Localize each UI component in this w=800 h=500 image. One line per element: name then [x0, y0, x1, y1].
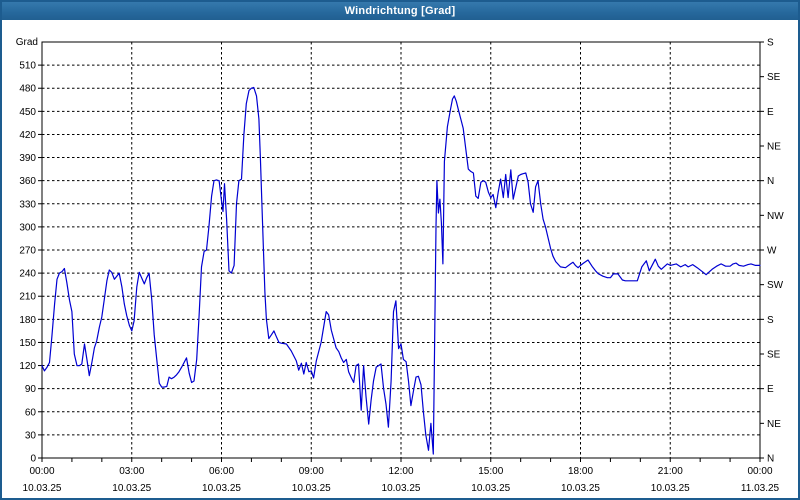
x-tick-date-label: 10.03.25: [112, 483, 151, 494]
x-tick-time-label: 00:00: [747, 466, 772, 477]
x-tick-time-label: 03:00: [119, 466, 144, 477]
y-tick-label: 240: [19, 269, 36, 280]
y-tick-label: 180: [19, 315, 36, 326]
compass-label: SE: [767, 350, 781, 361]
y-axis-title: Grad: [16, 37, 38, 48]
y-tick-label: 30: [25, 430, 37, 441]
x-tick-time-label: 00:00: [29, 466, 54, 477]
x-tick-date-label: 10.03.25: [202, 483, 241, 494]
compass-label: SE: [767, 72, 781, 83]
x-tick-time-label: 12:00: [388, 466, 413, 477]
x-tick-date-label: 10.03.25: [471, 483, 510, 494]
y-tick-label: 510: [19, 61, 36, 72]
x-tick-time-label: 18:00: [568, 466, 593, 477]
x-tick-time-label: 06:00: [209, 466, 234, 477]
y-tick-label: 120: [19, 361, 36, 372]
x-tick-time-label: 15:00: [478, 466, 503, 477]
compass-label: E: [767, 107, 774, 118]
wind-direction-chart: 0 30 60 90 120 150 180 210 240 270 300 330 360 390 420…: [16, 37, 784, 494]
y-tick-label: 0: [30, 454, 36, 465]
compass-label: S: [767, 315, 774, 326]
compass-label: S: [767, 38, 774, 49]
x-tick-date-label: 11.03.25: [741, 483, 780, 494]
y-tick-label: 60: [25, 407, 37, 418]
y-tick-label: 360: [19, 176, 36, 187]
y-tick-label: 90: [25, 384, 37, 395]
y-tick-label: 330: [19, 199, 36, 210]
y-tick-label: 450: [19, 107, 36, 118]
y-tick-label: 480: [19, 84, 36, 95]
compass-label: NE: [767, 142, 781, 153]
x-tick-date-label: 10.03.25: [23, 483, 62, 494]
x-tick-time-label: 21:00: [658, 466, 683, 477]
x-tick-date-label: 10.03.25: [561, 483, 600, 494]
compass-label: W: [767, 246, 777, 257]
y-tick-label: 390: [19, 153, 36, 164]
y-tick-label: 420: [19, 130, 36, 141]
chart-window: Windrichtung [Grad] 0 30 60 90 120 150 180 210 2…: [0, 0, 800, 500]
x-tick-date-label: 10.03.25: [651, 483, 690, 494]
compass-label: N: [767, 454, 774, 465]
chart-area: 0 30 60 90 120 150 180 210 240 270 300 330 360 390 420…: [2, 20, 798, 498]
compass-label: N: [767, 176, 774, 187]
x-tick-date-label: 10.03.25: [382, 483, 421, 494]
y-tick-label: 300: [19, 222, 36, 233]
window-title-bar: Windrichtung [Grad]: [2, 2, 798, 20]
y-tick-label: 210: [19, 292, 36, 303]
x-tick-time-label: 09:00: [299, 466, 324, 477]
y-tick-label: 270: [19, 246, 36, 257]
y-tick-label: 150: [19, 338, 36, 349]
x-tick-date-label: 10.03.25: [292, 483, 331, 494]
window-title: Windrichtung [Grad]: [344, 5, 456, 17]
compass-label: E: [767, 384, 774, 395]
compass-label: SW: [767, 280, 784, 291]
compass-label: NW: [767, 211, 784, 222]
compass-label: NE: [767, 419, 781, 430]
